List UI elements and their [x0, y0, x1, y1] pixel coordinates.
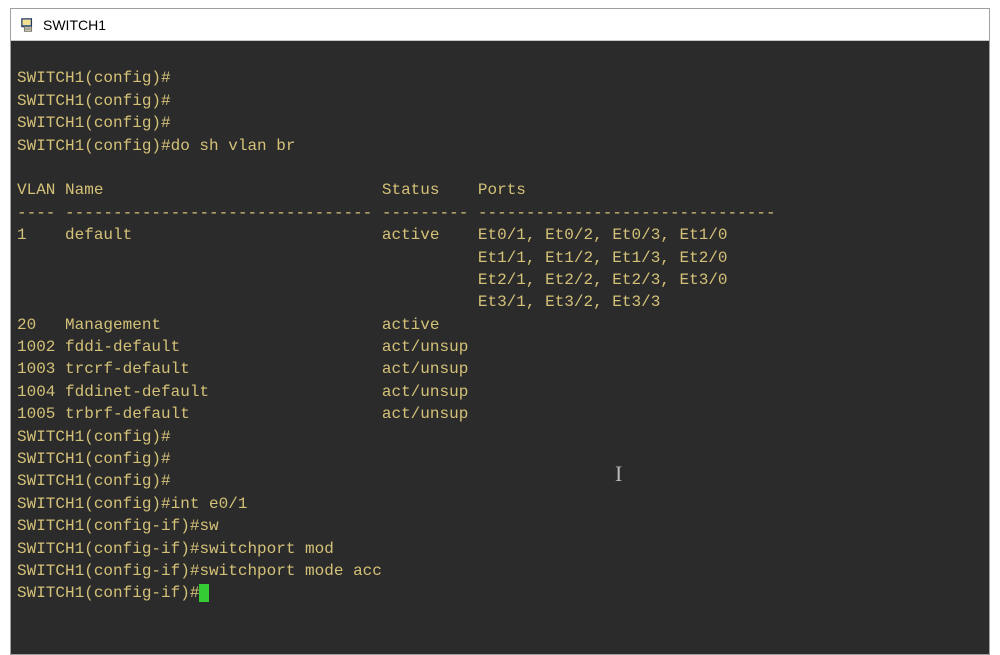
vlan-row-cont: Et3/1, Et3/2, Et3/3 — [17, 293, 660, 311]
prompt-line: SWITCH1(config)# — [17, 450, 171, 468]
prompt-line: SWITCH1(config-if)# — [17, 562, 199, 580]
prompt-line: SWITCH1(config-if)# — [17, 584, 199, 602]
vlan-row: 1004 fddinet-default act/unsup — [17, 383, 468, 401]
terminal-body[interactable]: SWITCH1(config)# SWITCH1(config)# SWITCH… — [11, 41, 989, 654]
blank-line — [17, 157, 983, 179]
prompt-line: SWITCH1(config-if)# — [17, 517, 199, 535]
vlan-row: 1 default active Et0/1, Et0/2, Et0/3, Et… — [17, 226, 728, 244]
text-cursor-icon: I — [615, 459, 622, 490]
separator-row: ---- -------------------------------- --… — [17, 204, 776, 222]
prompt-line: SWITCH1(config)# — [17, 137, 171, 155]
command-text: int e0/1 — [171, 495, 248, 513]
vlan-row: 20 Management active — [17, 316, 439, 334]
command-text: sw — [199, 517, 218, 535]
command-text: do sh vlan br — [171, 137, 296, 155]
vlan-header-row: VLAN Name Status Ports — [17, 181, 526, 199]
prompt-line: SWITCH1(config)# — [17, 92, 171, 110]
prompt-line: SWITCH1(config)# — [17, 428, 171, 446]
vlan-row: 1003 trcrf-default act/unsup — [17, 360, 468, 378]
putty-icon — [19, 16, 37, 34]
prompt-line: SWITCH1(config)# — [17, 495, 171, 513]
vlan-row: 1002 fddi-default act/unsup — [17, 338, 468, 356]
prompt-line: SWITCH1(config)# — [17, 114, 171, 132]
prompt-line: SWITCH1(config-if)# — [17, 540, 199, 558]
cursor — [199, 584, 209, 602]
vlan-row-cont: Et1/1, Et1/2, Et1/3, Et2/0 — [17, 249, 728, 267]
command-text: switchport mod — [199, 540, 333, 558]
command-text: switchport mode acc — [199, 562, 381, 580]
vlan-row-cont: Et2/1, Et2/2, Et2/3, Et3/0 — [17, 271, 728, 289]
titlebar[interactable]: SWITCH1 — [11, 9, 989, 41]
window-title: SWITCH1 — [43, 17, 106, 33]
vlan-row: 1005 trbrf-default act/unsup — [17, 405, 468, 423]
prompt-line: SWITCH1(config)# — [17, 69, 171, 87]
terminal-window: SWITCH1 SWITCH1(config)# SWITCH1(config)… — [10, 8, 990, 655]
prompt-line: SWITCH1(config)# — [17, 472, 171, 490]
